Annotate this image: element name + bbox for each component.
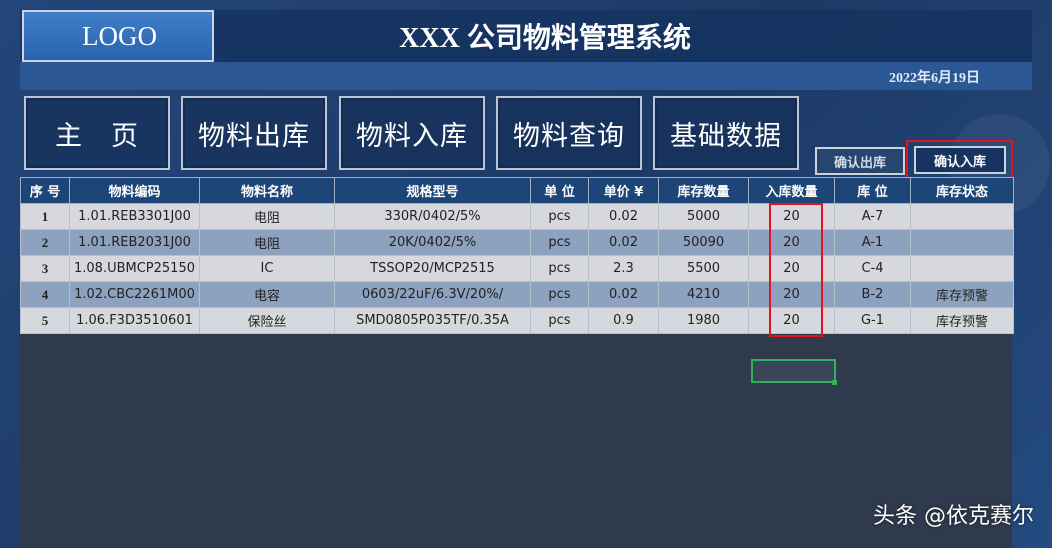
cell-code[interactable]: 1.02.CBC2261M00 <box>69 281 200 308</box>
cell-unit[interactable]: pcs <box>530 281 589 308</box>
cell-spec[interactable]: 330R/0402/5% <box>334 203 531 230</box>
cell-status[interactable] <box>910 255 1014 282</box>
table-row[interactable]: 4 1.02.CBC2261M00 电容 0603/22uF/6.3V/20%/… <box>20 281 1014 308</box>
col-header-name: 物料名称 <box>199 177 335 204</box>
cell-status[interactable] <box>910 229 1014 256</box>
cell-code[interactable]: 1.08.UBMCP25150 <box>69 255 200 282</box>
cell-code[interactable]: 1.01.REB3301J00 <box>69 203 200 230</box>
confirm-outbound-button[interactable]: 确认出库 <box>815 147 905 175</box>
cell-location[interactable]: B-2 <box>834 281 911 308</box>
cell-name[interactable]: 电阻 <box>199 203 335 230</box>
table-row[interactable]: 3 1.08.UBMCP25150 IC TSSOP20/MCP2515 pcs… <box>20 255 1014 282</box>
cell-stock[interactable]: 5500 <box>658 255 749 282</box>
nav-query-label: 物料查询 <box>513 120 625 152</box>
table-row[interactable]: 5 1.06.F3D3510601 保险丝 SMD0805P035TF/0.35… <box>20 307 1014 334</box>
cell-stock[interactable]: 5000 <box>658 203 749 230</box>
nav-basic-data-label: 基础数据 <box>670 120 782 152</box>
cell-unit[interactable]: pcs <box>530 203 589 230</box>
cell-name[interactable]: 电阻 <box>199 229 335 256</box>
nav-inbound-button[interactable]: 物料入库 <box>339 96 485 170</box>
inbound-qty-highlight <box>769 203 823 337</box>
cell-spec[interactable]: SMD0805P035TF/0.35A <box>334 307 531 334</box>
cell-status[interactable] <box>910 203 1014 230</box>
logo: LOGO <box>22 10 214 62</box>
cell-unit[interactable]: pcs <box>530 307 589 334</box>
cell-seq[interactable]: 4 <box>20 281 70 308</box>
selected-cell[interactable] <box>751 359 836 383</box>
cell-unit[interactable]: pcs <box>530 255 589 282</box>
cell-name[interactable]: IC <box>199 255 335 282</box>
cell-code[interactable]: 1.01.REB2031J00 <box>69 229 200 256</box>
page-title: XXX 公司物料管理系统 <box>399 23 691 54</box>
nav-home-button[interactable]: 主 页 <box>24 96 170 170</box>
col-header-spec: 规格型号 <box>334 177 531 204</box>
fill-handle[interactable] <box>832 380 837 385</box>
cell-location[interactable]: A-1 <box>834 229 911 256</box>
cell-spec[interactable]: 0603/22uF/6.3V/20%/ <box>334 281 531 308</box>
cell-price[interactable]: 0.9 <box>588 307 659 334</box>
watermark: 头条 @依克赛尔 <box>873 504 1034 529</box>
nav-inbound-label: 物料入库 <box>356 120 468 152</box>
cell-seq[interactable]: 3 <box>20 255 70 282</box>
cell-price[interactable]: 0.02 <box>588 229 659 256</box>
nav-outbound-label: 物料出库 <box>198 120 310 152</box>
sheet-empty-area <box>20 333 1012 548</box>
col-header-price: 单价 ¥ <box>588 177 659 204</box>
cell-status[interactable]: 库存预警 <box>910 281 1014 308</box>
col-header-inbound-qty: 入库数量 <box>748 177 835 204</box>
nav-outbound-button[interactable]: 物料出库 <box>181 96 327 170</box>
cell-unit[interactable]: pcs <box>530 229 589 256</box>
cell-stock[interactable]: 4210 <box>658 281 749 308</box>
material-table: 序 号 物料编码 物料名称 规格型号 单 位 单价 ¥ 库存数量 入库数量 库 … <box>20 177 1014 334</box>
table-row[interactable]: 2 1.01.REB2031J00 电阻 20K/0402/5% pcs 0.0… <box>20 229 1014 256</box>
col-header-location: 库 位 <box>834 177 911 204</box>
cell-price[interactable]: 2.3 <box>588 255 659 282</box>
cell-stock[interactable]: 50090 <box>658 229 749 256</box>
cell-spec[interactable]: TSSOP20/MCP2515 <box>334 255 531 282</box>
col-header-code: 物料编码 <box>69 177 200 204</box>
col-header-seq: 序 号 <box>20 177 70 204</box>
table-header-row: 序 号 物料编码 物料名称 规格型号 单 位 单价 ¥ 库存数量 入库数量 库 … <box>20 177 1014 204</box>
nav-home-label: 主 页 <box>55 120 139 152</box>
date-band <box>20 62 1032 90</box>
cell-name[interactable]: 电容 <box>199 281 335 308</box>
cell-price[interactable]: 0.02 <box>588 281 659 308</box>
cell-location[interactable]: C-4 <box>834 255 911 282</box>
current-date: 2022年6月19日 <box>889 71 980 86</box>
col-header-stock: 库存数量 <box>658 177 749 204</box>
cell-stock[interactable]: 1980 <box>658 307 749 334</box>
cell-location[interactable]: G-1 <box>834 307 911 334</box>
cell-code[interactable]: 1.06.F3D3510601 <box>69 307 200 334</box>
nav-basic-data-button[interactable]: 基础数据 <box>653 96 799 170</box>
table-row[interactable]: 1 1.01.REB3301J00 电阻 330R/0402/5% pcs 0.… <box>20 203 1014 230</box>
cell-spec[interactable]: 20K/0402/5% <box>334 229 531 256</box>
cell-seq[interactable]: 5 <box>20 307 70 334</box>
cell-status[interactable]: 库存预警 <box>910 307 1014 334</box>
col-header-status: 库存状态 <box>910 177 1014 204</box>
col-header-unit: 单 位 <box>530 177 589 204</box>
cell-seq[interactable]: 1 <box>20 203 70 230</box>
cell-name[interactable]: 保险丝 <box>199 307 335 334</box>
cell-price[interactable]: 0.02 <box>588 203 659 230</box>
cell-seq[interactable]: 2 <box>20 229 70 256</box>
nav-query-button[interactable]: 物料查询 <box>496 96 642 170</box>
cell-location[interactable]: A-7 <box>834 203 911 230</box>
